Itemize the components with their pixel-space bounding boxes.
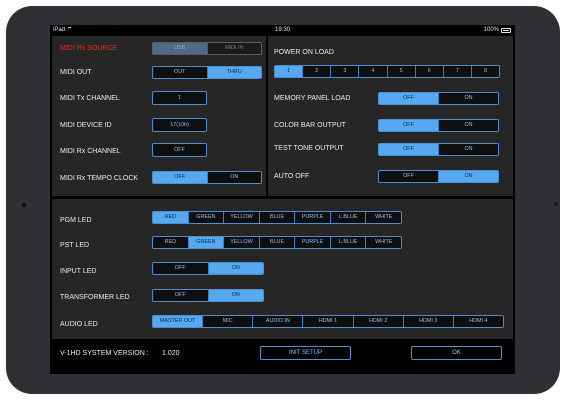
pst-led-selector[interactable]: RED GREEN YELLOW BLUE PURPLE L.BLUE WHITE (152, 236, 402, 249)
power-on-load-option-5[interactable]: 5 (387, 66, 416, 77)
pgm-led-selector[interactable]: RED GREEN YELLOW BLUE PURPLE L.BLUE WHITE (152, 211, 402, 224)
midi-rx-source-label: MIDI Rx SOURCE (60, 45, 118, 52)
memory-panel-load-selector[interactable]: OFF ON (378, 92, 499, 105)
midi-out-option-thru[interactable]: THRU (207, 67, 261, 78)
pst-led-option-green[interactable]: GREEN (188, 237, 225, 248)
midi-rx-source-option-midi-in[interactable]: MIDI IN (207, 43, 261, 54)
power-on-load-label: POWER ON LOAD (274, 49, 334, 56)
power-on-load-option-1[interactable]: 1 (275, 66, 304, 77)
pgm-led-label: PGM LED (60, 217, 92, 224)
transformer-led-label: TRANSFORMER LED (60, 294, 130, 301)
midi-rx-tempo-clock-label: MIDI Rx TEMPO CLOCK (60, 175, 139, 182)
audio-led-selector[interactable]: MASTER OUT MIC AUDIO IN HDMI 1 HDMI 2 HDMI 3H… (152, 315, 504, 328)
pst-led-option-blue[interactable]: BLUE (259, 237, 296, 248)
midi-rx-channel-label: MIDI Rx CHANNEL (60, 148, 121, 155)
camera-icon (20, 201, 28, 209)
transformer-led-option-off[interactable]: OFF (153, 290, 209, 301)
audio-led-label: AUDIO LED (60, 321, 98, 328)
memory-panel-load-label: MEMORY PANEL LOAD (274, 95, 351, 102)
status-time: 19:30 (274, 27, 290, 33)
audio-led-option-hdmi-4[interactable]: HDMI 4 (453, 316, 503, 327)
audio-led-option-hdmi-3[interactable]: HDMI 3 (403, 316, 454, 327)
status-battery: 100% (484, 25, 511, 35)
audio-led-option-hdmi-2[interactable]: HDMI 2 (353, 316, 404, 327)
power-on-load-option-7[interactable]: 7 (443, 66, 472, 77)
color-bar-output-selector[interactable]: OFF ON (378, 119, 499, 132)
system-version-value: 1.020 (162, 350, 180, 357)
power-panel: POWER ON LOAD 12345678 MEMORY PANEL LOAD… (268, 36, 513, 196)
battery-percent: 100% (483, 27, 499, 33)
power-on-load-option-2[interactable]: 2 (303, 66, 332, 77)
midi-device-id-field[interactable]: 17(10h) (152, 118, 207, 132)
midi-panel: MIDI Rx SOURCE USB MIDI IN MIDI OUT OUT TH… (52, 36, 266, 196)
midi-rx-source-selector[interactable]: USB MIDI IN (152, 42, 262, 55)
pst-led-option-purple[interactable]: PURPLE (295, 237, 331, 248)
pst-led-option-l-blue[interactable]: L.BLUE (330, 237, 367, 248)
pgm-led-option-l-blue[interactable]: L.BLUE (330, 212, 367, 223)
power-on-load-option-8[interactable]: 8 (471, 66, 499, 77)
pgm-led-option-blue[interactable]: BLUE (259, 212, 296, 223)
midi-rx-source-option-usb[interactable]: USB (153, 43, 208, 54)
power-on-load-selector[interactable]: 12345678 (274, 65, 500, 78)
auto-off-option-off[interactable]: OFF (379, 171, 439, 182)
input-led-label: INPUT LED (60, 268, 97, 275)
pst-led-option-yellow[interactable]: YELLOW (224, 237, 260, 248)
audio-led-option-master-out[interactable]: MASTER OUT (153, 316, 204, 327)
audio-led-option-audio-in[interactable]: AUDIO IN (253, 316, 304, 327)
pst-led-label: PST LED (60, 242, 90, 249)
input-led-option-off[interactable]: OFF (153, 263, 209, 274)
power-on-load-option-4[interactable]: 4 (359, 66, 388, 77)
auto-off-option-on[interactable]: ON (439, 171, 498, 182)
midi-device-id-label: MIDI DEVICE ID (60, 122, 112, 129)
color-bar-output-label: COLOR BAR OUTPUT (274, 122, 346, 129)
battery-icon (501, 27, 511, 33)
pst-led-option-red[interactable]: RED (153, 237, 189, 248)
input-led-option-on[interactable]: ON (208, 263, 263, 274)
audio-led-option-hdmi-1[interactable]: HDMI 1 (303, 316, 354, 327)
power-on-load-option-6[interactable]: 6 (415, 66, 444, 77)
pgm-led-option-white[interactable]: WHITE (366, 212, 401, 223)
audio-led-option-mic[interactable]: MIC (203, 316, 254, 327)
led-panel: PGM LED RED GREEN YELLOW BLUE PURPLE L.BLUE WH… (52, 199, 513, 339)
pgm-led-option-red[interactable]: RED (153, 212, 189, 223)
test-tone-output-label: TEST TONE OUTPUT (274, 145, 344, 152)
pst-led-option-white[interactable]: WHITE (366, 237, 401, 248)
midi-tx-channel-field[interactable]: 1 (152, 91, 207, 105)
midi-rx-tempo-clock-selector[interactable]: OFF ON (152, 171, 262, 184)
midi-out-option-out[interactable]: OUT (153, 67, 208, 78)
memory-panel-load-option-on[interactable]: ON (439, 93, 498, 104)
auto-off-selector[interactable]: OFF ON (378, 170, 499, 183)
init-setup-button[interactable]: INIT SETUP (260, 346, 351, 360)
midi-rx-tempo-clock-option-off[interactable]: OFF (153, 172, 208, 183)
color-bar-output-option-on[interactable]: ON (439, 120, 498, 131)
test-tone-output-selector[interactable]: OFF ON (378, 143, 499, 156)
color-bar-output-option-off[interactable]: OFF (379, 120, 439, 131)
system-version-label: V-1HD SYSTEM VERSION : (60, 350, 149, 357)
power-on-load-option-3[interactable]: 3 (331, 66, 360, 77)
transformer-led-option-on[interactable]: ON (208, 290, 263, 301)
midi-out-label: MIDI OUT (60, 69, 92, 76)
ok-button[interactable]: OK (411, 346, 502, 360)
transformer-led-selector[interactable]: OFF ON (152, 289, 264, 302)
auto-off-label: AUTO OFF (274, 173, 310, 180)
midi-rx-tempo-clock-option-on[interactable]: ON (207, 172, 261, 183)
input-led-selector[interactable]: OFF ON (152, 262, 264, 275)
midi-tx-channel-label: MIDI Tx CHANNEL (60, 95, 120, 102)
home-button[interactable] (554, 202, 558, 206)
pgm-led-option-green[interactable]: GREEN (188, 212, 225, 223)
app-screen: iPad 19:30 100% MIDI Rx SOURCE USB MIDI I… (50, 25, 515, 374)
status-bar: iPad 19:30 100% (50, 25, 515, 35)
midi-rx-channel-field[interactable]: OFF (152, 143, 207, 157)
test-tone-output-option-on[interactable]: ON (439, 144, 498, 155)
memory-panel-load-option-off[interactable]: OFF (379, 93, 439, 104)
midi-out-selector[interactable]: OUT THRU (152, 66, 262, 79)
pgm-led-option-yellow[interactable]: YELLOW (224, 212, 260, 223)
pgm-led-option-purple[interactable]: PURPLE (295, 212, 331, 223)
test-tone-output-option-off[interactable]: OFF (379, 144, 439, 155)
